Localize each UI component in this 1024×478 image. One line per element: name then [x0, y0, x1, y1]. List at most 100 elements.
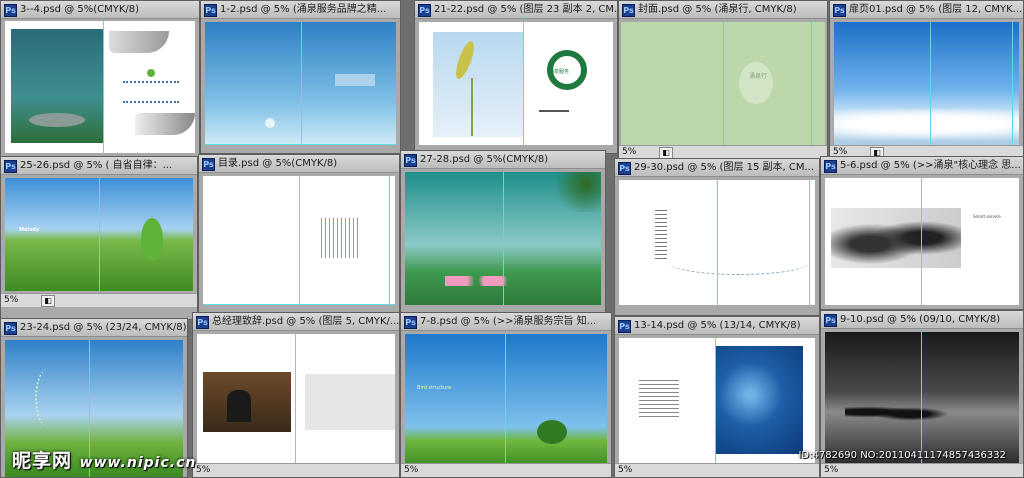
window-titlebar[interactable]: Ps 21-22.psd @ 5% (图层 23 副本 2, CM... [415, 1, 617, 19]
photoshop-icon: Ps [404, 154, 417, 167]
document-window-gm-speech[interactable]: Ps 总经理致辞.psd @ 5% (图层 5, CMYK/... 5% [192, 312, 400, 478]
guide-line [295, 334, 296, 467]
window-titlebar[interactable]: Ps 总经理致辞.psd @ 5% (图层 5, CMYK/... [193, 313, 399, 331]
photoshop-icon: Ps [4, 322, 17, 335]
status-bar: 5% [401, 463, 611, 477]
window-titlebar[interactable]: Ps 封面.psd @ 5% (涌泉行, CMYK/8) [619, 1, 827, 19]
document-canvas[interactable]: Bird structure [405, 334, 607, 467]
navigator-icon[interactable]: ◧ [41, 295, 55, 307]
window-titlebar[interactable]: Ps 9-10.psd @ 5% (09/10, CMYK/8) [821, 311, 1023, 329]
window-title: 7-8.psd @ 5% (>>涌泉服务宗旨 知... [420, 316, 597, 327]
photoshop-icon: Ps [618, 320, 631, 333]
window-title: 27-28.psd @ 5%(CMYK/8) [420, 154, 549, 165]
window-title: 25-26.psd @ 5% ( 自省自律：... [20, 160, 173, 171]
zoom-level[interactable]: 5% [618, 464, 632, 477]
leaf-swirl [35, 368, 63, 428]
photoshop-icon: Ps [4, 4, 17, 17]
document-canvas[interactable] [197, 334, 395, 467]
document-window-contents[interactable]: Ps 目录.psd @ 5%(CMYK/8) [198, 154, 400, 316]
window-titlebar[interactable]: Ps 25-26.psd @ 5% ( 自省自律：... [1, 157, 197, 175]
running-horses [831, 208, 961, 268]
gray-band [305, 374, 395, 430]
tree [537, 420, 567, 444]
horse-text: Smart service [973, 214, 1001, 219]
document-window-3-4[interactable]: Ps 3--4.psd @ 5%(CMYK/8) [0, 0, 200, 160]
window-title: 29-30.psd @ 5% (图层 15 副本, CM... [634, 162, 815, 173]
document-window-1-2[interactable]: Ps 1-2.psd @ 5% (涌泉服务品牌之精... [200, 0, 401, 154]
photoshop-icon: Ps [618, 162, 631, 175]
window-title: 扉页01.psd @ 5% (图层 12, CMYK... [849, 4, 1023, 15]
document-canvas[interactable]: 涌泉服务 [419, 22, 613, 145]
window-titlebar[interactable]: Ps 13-14.psd @ 5% (13/14, CMYK/8) [615, 317, 819, 335]
page-text-block [539, 110, 569, 122]
guide-line [930, 22, 931, 145]
photoshop-icon: Ps [196, 316, 209, 329]
document-canvas[interactable] [205, 22, 396, 145]
window-titlebar[interactable]: Ps 1-2.psd @ 5% (涌泉服务品牌之精... [201, 1, 400, 19]
photoshop-icon: Ps [202, 158, 215, 171]
window-title: 封面.psd @ 5% (涌泉行, CMYK/8) [638, 4, 797, 15]
hands-top [109, 31, 169, 53]
document-window-29-30[interactable]: Ps 29-30.psd @ 5% (图层 15 副本, CM... [614, 158, 820, 316]
document-window-title-page[interactable]: Ps 扉页01.psd @ 5% (图层 12, CMYK... 5% ◧ [829, 0, 1024, 160]
logo-caption: 涌泉服务 [549, 69, 570, 75]
status-bar: 5% ◧ [1, 293, 197, 307]
melody-heading: Melody [19, 227, 40, 233]
document-canvas[interactable] [5, 21, 195, 153]
window-title: 13-14.psd @ 5% (13/14, CMYK/8) [634, 320, 801, 331]
guide-line [723, 22, 724, 145]
diagram-boxes [123, 81, 179, 103]
document-canvas[interactable] [203, 176, 395, 305]
document-window-cover[interactable]: Ps 封面.psd @ 5% (涌泉行, CMYK/8) 涌泉行 5% ◧ [618, 0, 828, 160]
window-titlebar[interactable]: Ps 目录.psd @ 5%(CMYK/8) [199, 155, 399, 173]
document-window-7-8[interactable]: Ps 7-8.psd @ 5% (>>涌泉服务宗旨 知... Bird struc… [400, 312, 612, 478]
window-titlebar[interactable]: Ps 27-28.psd @ 5%(CMYK/8) [401, 151, 605, 169]
document-canvas[interactable]: Smart service [825, 178, 1019, 305]
water-drop-photo [715, 346, 803, 454]
window-titlebar[interactable]: Ps 扉页01.psd @ 5% (图层 12, CMYK... [830, 1, 1023, 19]
status-bar: 5% ◧ [619, 145, 827, 159]
photoshop-icon: Ps [204, 4, 217, 17]
zoom-level[interactable]: 5% [196, 464, 210, 477]
document-canvas[interactable] [825, 332, 1019, 465]
window-titlebar[interactable]: Ps 3--4.psd @ 5%(CMYK/8) [1, 1, 199, 19]
window-title: 目录.psd @ 5%(CMYK/8) [218, 158, 338, 169]
guide-line [99, 178, 100, 291]
zoom-level[interactable]: 5% [4, 294, 18, 307]
photoshop-icon: Ps [4, 160, 17, 173]
document-window-21-22[interactable]: Ps 21-22.psd @ 5% (图层 23 副本 2, CM... 涌泉服务 [414, 0, 618, 154]
site-url: www.nipic.cn [79, 455, 197, 471]
document-window-13-14[interactable]: Ps 13-14.psd @ 5% (13/14, CMYK/8) 5% [614, 316, 820, 478]
photoshop-icon: Ps [824, 314, 837, 327]
window-titlebar[interactable]: Ps 7-8.psd @ 5% (>>涌泉服务宗旨 知... [401, 313, 611, 331]
window-titlebar[interactable]: Ps 23-24.psd @ 5% (23/24, CMYK/8) [1, 319, 187, 337]
window-title: 23-24.psd @ 5% (23/24, CMYK/8) [20, 322, 187, 333]
photoshop-icon: Ps [833, 4, 846, 17]
guide-line [523, 22, 524, 145]
guide-line [921, 178, 922, 305]
lotus-flowers [445, 276, 525, 286]
page-text-block [655, 210, 667, 260]
document-canvas[interactable] [405, 172, 601, 305]
document-window-25-26[interactable]: Ps 25-26.psd @ 5% ( 自省自律：... Melody 5% ◧ [0, 156, 198, 320]
site-name: 昵享网 [12, 450, 73, 472]
document-canvas[interactable] [619, 338, 815, 467]
document-window-5-6[interactable]: Ps 5-6.psd @ 5% (>>涌泉"核心理念 思... Smart ser… [820, 156, 1024, 310]
sky-photo [433, 32, 523, 137]
window-titlebar[interactable]: Ps 5-6.psd @ 5% (>>涌泉"核心理念 思... [821, 157, 1023, 175]
document-canvas[interactable] [619, 180, 815, 305]
guide-line [301, 22, 302, 145]
document-canvas[interactable]: Melody [5, 178, 193, 291]
zoom-level[interactable]: 5% [404, 464, 418, 477]
zoom-level[interactable]: 5% [824, 464, 838, 477]
photoshop-icon: Ps [622, 4, 635, 17]
status-bar: 5% [821, 463, 1023, 477]
document-canvas[interactable] [834, 22, 1019, 145]
dolphin-splash [265, 118, 275, 128]
window-titlebar[interactable]: Ps 29-30.psd @ 5% (图层 15 副本, CM... [615, 159, 819, 177]
document-window-27-28[interactable]: Ps 27-28.psd @ 5%(CMYK/8) [400, 150, 606, 316]
guide-line [715, 338, 716, 467]
photoshop-icon: Ps [824, 160, 837, 173]
document-canvas[interactable]: 涌泉行 [621, 22, 825, 145]
tree-branch [551, 172, 601, 212]
